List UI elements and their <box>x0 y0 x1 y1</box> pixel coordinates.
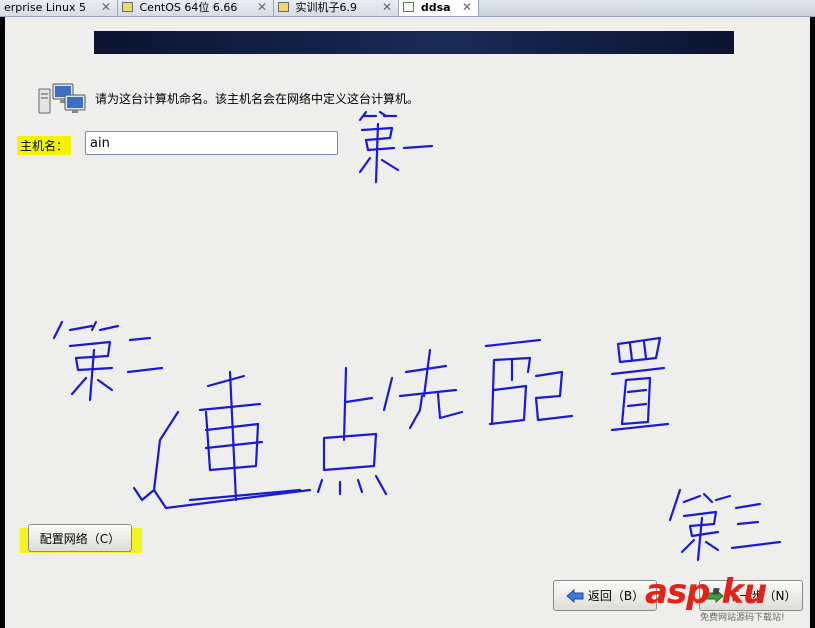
vm-running-icon <box>403 2 414 12</box>
hostname-instruction: 请为这台计算机命名。该主机名会在网络中定义这台计算机。 <box>95 92 420 106</box>
configure-network-label: 配置网络（C） <box>39 531 121 546</box>
hostname-label: 主机名： <box>17 136 72 155</box>
installer-header-banner <box>94 31 734 54</box>
console-border-right <box>810 17 815 628</box>
tab-ddsa[interactable]: ddsa ✕ <box>399 0 479 16</box>
tab-enterprise-linux[interactable]: erprise Linux 5 ✕ <box>0 0 118 16</box>
tab-label: erprise Linux 5 <box>4 1 86 14</box>
close-icon[interactable]: ✕ <box>257 0 267 14</box>
console-border-left <box>0 17 5 628</box>
watermark-dot: · <box>709 572 723 612</box>
annotation-step-two <box>52 320 164 402</box>
close-icon[interactable]: ✕ <box>462 0 472 14</box>
watermark-brand: asp <box>645 572 711 612</box>
tab-label: 实训机子6.9 <box>295 1 358 14</box>
close-icon[interactable]: ✕ <box>101 0 111 14</box>
tab-label: CentOS 64位 6.66 <box>139 1 238 14</box>
vm-tab-bar: erprise Linux 5 ✕ CentOS 64位 6.66 ✕ 实训机子… <box>0 0 815 17</box>
tab-centos[interactable]: CentOS 64位 6.66 ✕ <box>118 0 274 16</box>
tab-label: ddsa <box>420 1 451 14</box>
watermark-tagline: 免费网站源码下载站! <box>700 613 785 623</box>
arrow-left-icon <box>566 588 584 603</box>
network-computers-icon <box>38 83 86 114</box>
watermark-suffix: ku <box>721 572 767 612</box>
back-button-label: 返回（B） <box>587 589 645 603</box>
site-watermark: asp·ku <box>645 572 767 612</box>
vm-icon <box>278 2 289 12</box>
close-icon[interactable]: ✕ <box>382 0 392 14</box>
vm-icon <box>122 2 133 12</box>
configure-network-button[interactable]: 配置网络（C） <box>28 524 132 552</box>
annotation-step-one <box>358 110 434 184</box>
tab-training-machine[interactable]: 实训机子6.9 ✕ <box>274 0 399 16</box>
annotation-key-point <box>132 336 670 510</box>
annotation-step-three <box>668 488 782 562</box>
back-button[interactable]: 返回（B） <box>553 580 657 611</box>
hostname-input[interactable] <box>85 131 338 155</box>
